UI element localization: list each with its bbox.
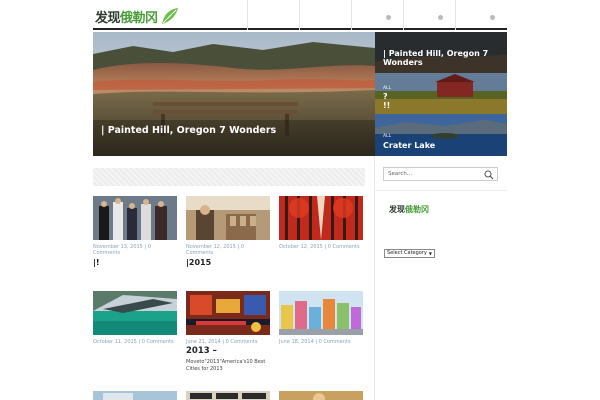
post-card[interactable]: June 18, 2014 | 0 Comments — [279, 291, 363, 345]
slide-title: Crater Lake — [383, 141, 436, 150]
search-icon[interactable] — [484, 170, 494, 180]
post-meta: June 21, 2014 | 0 Comments — [186, 339, 258, 345]
submenu-indicator-icon — [386, 15, 391, 20]
main-nav — [247, 0, 507, 30]
post-meta: October 12, 2015 | 0 Comments — [279, 244, 360, 250]
post-thumbnail[interactable] — [186, 196, 270, 240]
dropdown-arrow-icon: ▼ — [428, 251, 432, 256]
sidebar-divider — [375, 190, 507, 191]
category-select-value: Select Category — [387, 250, 427, 256]
post-thumbnail[interactable] — [279, 291, 363, 335]
search-input[interactable]: Search... — [383, 167, 498, 181]
hero-slide-painted-hills[interactable]: | Painted Hill, Oregon 7 Wonders — [93, 32, 375, 156]
post-title[interactable]: 2013 – — [186, 347, 270, 356]
nav-item-3[interactable] — [351, 0, 403, 30]
slide-image — [375, 73, 507, 114]
ad-strip — [93, 168, 365, 186]
post-thumbnail[interactable] — [93, 388, 177, 400]
site-header: 发现俄勒冈 — [93, 0, 507, 30]
slide-category-tag: ALL — [383, 86, 392, 91]
post-title[interactable]: |! — [93, 258, 177, 267]
post-thumbnail[interactable] — [93, 291, 177, 335]
post-card[interactable]: June 21, 2014 | 0 Comments 2013 – Moveto… — [186, 291, 270, 373]
hero-image — [93, 32, 375, 156]
slide-category-tag: ALL — [383, 134, 392, 139]
post-card[interactable] — [93, 388, 177, 400]
featured-sidebar-slides: | Painted Hill, Oregon 7 Wonders ALL ? !… — [375, 32, 507, 156]
post-title[interactable]: |2015 — [186, 258, 270, 267]
post-excerpt: Moveto"2013"America's10 Best Cities for … — [186, 359, 266, 372]
post-card[interactable] — [279, 388, 363, 400]
slide-painted-hills[interactable]: | Painted Hill, Oregon 7 Wonders — [375, 32, 507, 73]
post-card[interactable]: October 12, 2015 | 0 Comments — [279, 196, 363, 250]
sidebar-logo: 发现俄勒冈 — [389, 205, 429, 214]
nav-item-4[interactable] — [403, 0, 455, 30]
logo-text: 发现俄勒冈 — [95, 10, 158, 26]
slide-title: | Painted Hill, Oregon 7 Wonders — [383, 49, 489, 67]
slide-red-barn[interactable]: ALL ? !! — [375, 73, 507, 114]
post-meta: November 12, 2015 | 0 Comments — [186, 244, 244, 256]
submenu-indicator-icon — [490, 15, 495, 20]
post-card[interactable]: November 13, 2015 | 0 Comments |! — [93, 196, 177, 267]
site-logo[interactable]: 发现俄勒冈 — [95, 5, 180, 27]
submenu-indicator-icon — [438, 15, 443, 20]
category-select[interactable]: Select Category ▼ — [384, 249, 435, 258]
search-placeholder: Search... — [388, 171, 413, 177]
nav-item-2[interactable] — [299, 0, 351, 30]
post-thumbnail[interactable] — [279, 388, 363, 400]
post-meta: October 11, 2015 | 0 Comments — [93, 339, 174, 345]
post-card[interactable]: October 11, 2015 | 0 Comments — [93, 291, 177, 345]
post-meta: June 18, 2014 | 0 Comments — [279, 339, 351, 345]
post-card[interactable]: November 12, 2015 | 0 Comments |2015 — [186, 196, 270, 267]
slide-crater-lake[interactable]: ALL Crater Lake — [375, 114, 507, 156]
leaf-icon — [161, 8, 178, 24]
nav-item-1[interactable] — [247, 0, 299, 30]
post-thumbnail[interactable] — [93, 196, 177, 240]
hero-caption[interactable]: | Painted Hill, Oregon 7 Wonders — [101, 125, 276, 136]
column-divider — [374, 156, 375, 400]
post-card[interactable] — [186, 388, 270, 400]
post-meta: November 13, 2015 | 0 Comments — [93, 244, 151, 256]
post-thumbnail[interactable] — [186, 291, 270, 335]
post-thumbnail[interactable] — [279, 196, 363, 240]
nav-item-5[interactable] — [455, 0, 507, 30]
slide-title: ? !! — [383, 92, 391, 110]
post-thumbnail[interactable] — [186, 388, 270, 400]
